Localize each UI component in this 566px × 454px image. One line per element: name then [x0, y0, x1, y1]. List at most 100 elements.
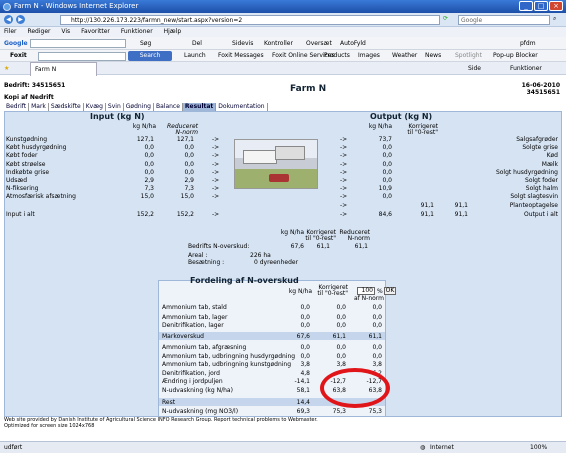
tab-saedskifte[interactable]: Sædskifte: [49, 103, 84, 111]
output-row-label: Mælk: [541, 160, 558, 168]
output-row-label: Solgt halm: [525, 185, 558, 193]
tab-svin[interactable]: Svin: [106, 103, 124, 111]
google-search-input[interactable]: [30, 39, 126, 48]
summary-col-kgha: kg N/ha: [280, 229, 304, 236]
toolbar-autofill[interactable]: AutoFyld: [340, 37, 366, 50]
fordeling-title: Fordeling af N-overskud: [190, 276, 299, 285]
ford-row-korr: 0,0: [336, 344, 346, 351]
ford-col-0rest: til "0-rest": [317, 290, 348, 297]
ie-icon: [3, 3, 11, 11]
input-row-red: 0,0: [184, 168, 194, 176]
id-label: 34515651: [526, 89, 560, 96]
percent-unit: %: [377, 288, 383, 295]
menu-view[interactable]: Vis: [61, 28, 70, 35]
menu-file[interactable]: Filer: [4, 28, 17, 35]
menu-favorites[interactable]: Favoritter: [81, 28, 110, 35]
output-row-kgha: 0,0: [382, 168, 392, 176]
ford-row-norm: 0,0: [372, 344, 382, 351]
toolbar-foxit-messages[interactable]: Foxit Messages: [218, 50, 264, 62]
areal-label: Areal :: [188, 252, 208, 259]
foxit-search-input[interactable]: [38, 52, 126, 61]
maximize-button[interactable]: □: [534, 1, 548, 11]
output-row-label: Salgsafgrøder: [516, 136, 558, 143]
input-row-kgha: 0,0: [144, 144, 154, 152]
ford-row-norm: 75,3: [368, 408, 382, 415]
output-total-kgha: 84,6: [378, 211, 392, 218]
tab-farm-n[interactable]: Farm N: [30, 62, 98, 77]
arrow-icon: ->: [340, 136, 348, 143]
ford-col-kgha: kg N/ha: [288, 288, 312, 295]
input-row-kgha: 0,0: [144, 152, 154, 160]
output-total-korr: 91,1: [420, 211, 434, 218]
date-label: 16-06-2010: [521, 82, 560, 89]
arrow-icon: ->: [212, 160, 220, 168]
page-title: Farm N: [290, 84, 327, 94]
tab-goedning[interactable]: Gødning: [124, 103, 154, 111]
input-total-kgha: 152,2: [136, 211, 154, 218]
toolbar-launch[interactable]: Launch: [184, 50, 206, 62]
arrow-icon: ->: [212, 185, 220, 193]
menu-edit[interactable]: Rediger: [27, 28, 50, 35]
ford-row-label: N-udvaskning (mg NO3/l): [162, 408, 239, 415]
toolbar-news[interactable]: News: [425, 50, 441, 62]
main-tabs: Bedrift Mark Sædskifte Kvæg Svin Gødning…: [4, 103, 268, 111]
input-row-red: 0,0: [184, 160, 194, 168]
search-input[interactable]: Google: [458, 15, 550, 25]
arrow-icon: ->: [340, 160, 348, 168]
toolbar-products[interactable]: Products: [324, 50, 350, 62]
input-row-kgha: 127,1: [136, 136, 154, 143]
menu-help[interactable]: Hjælp: [164, 28, 182, 35]
arrow-icon: ->: [212, 211, 220, 218]
forward-icon[interactable]: ▶: [16, 15, 25, 24]
zoom-text[interactable]: 100%: [530, 442, 547, 454]
arrow-icon: ->: [340, 211, 348, 218]
tab-resultat[interactable]: Resultat: [182, 103, 217, 111]
output-total-label: Output i alt: [523, 211, 558, 218]
input-row-label: Indkøbte grise: [6, 168, 50, 176]
ford-row-kgha: 3,8: [300, 361, 310, 368]
output-row-kgha: 0,0: [382, 144, 392, 152]
toolbar-weather[interactable]: Weather: [392, 50, 417, 62]
ok-button[interactable]: OK: [384, 287, 396, 295]
tab-kvaeg[interactable]: Kvæg: [84, 103, 106, 111]
close-button[interactable]: ×: [549, 1, 563, 11]
google-search-button[interactable]: Søg: [140, 37, 151, 50]
refresh-icon[interactable]: ⟳: [443, 15, 448, 22]
search-icon[interactable]: ⌕: [553, 15, 556, 23]
toolbar-signin[interactable]: pfdm: [520, 37, 536, 50]
foxit-search-button[interactable]: Search: [128, 51, 172, 61]
page-header: Bedrift: 34515651 Kopi af Nedrift Farm N…: [4, 82, 562, 102]
toolbar-popup-blocker[interactable]: Pop-up Blocker: [493, 50, 538, 62]
url-input[interactable]: http://130.226.173.223/farmn_new/start.a…: [60, 15, 440, 25]
input-row-label: Atmosfærisk afsætning: [6, 193, 76, 201]
page-menu[interactable]: Side: [468, 62, 481, 75]
ford-row-korr: 0,0: [336, 322, 346, 329]
percent-input[interactable]: 100: [357, 287, 375, 295]
arrow-icon: ->: [212, 177, 220, 184]
tab-dokumentation[interactable]: Dokumentation: [216, 103, 268, 111]
toolbar-images[interactable]: Images: [358, 50, 380, 62]
toolbar-check[interactable]: Kontroller: [264, 37, 293, 50]
toolbar-spotlight[interactable]: Spotlight: [455, 50, 482, 62]
back-icon[interactable]: ◀: [4, 15, 13, 24]
output-row-korr: 91,1: [420, 201, 434, 209]
tab-balance[interactable]: Balance: [154, 103, 183, 111]
output-row-label: Solgte grise: [522, 144, 558, 152]
tools-menu[interactable]: Funktioner: [510, 62, 542, 75]
menu-tools[interactable]: Funktioner: [121, 28, 153, 35]
ford-row-label: Ammonium tab, stald: [162, 304, 227, 311]
input-row-red: 2,9: [184, 177, 194, 184]
input-col-nnorm: N-norm: [175, 129, 198, 136]
farm-building: [243, 150, 277, 164]
ford-row-kgha: 0,0: [300, 304, 310, 311]
ford-row-kgha: 0,0: [300, 353, 310, 360]
output-total-red: 91,1: [454, 211, 468, 218]
overskud-red: 61,1: [354, 243, 368, 250]
toolbar-share[interactable]: Del: [192, 37, 202, 50]
toolbar-translate[interactable]: Oversæt: [306, 37, 332, 50]
favorites-star-icon[interactable]: ★: [4, 62, 9, 75]
tab-bedrift[interactable]: Bedrift: [4, 103, 30, 111]
toolbar-pages[interactable]: Sidevis: [232, 37, 253, 50]
minimize-button[interactable]: _: [519, 1, 533, 11]
tab-mark[interactable]: Mark: [29, 103, 49, 111]
